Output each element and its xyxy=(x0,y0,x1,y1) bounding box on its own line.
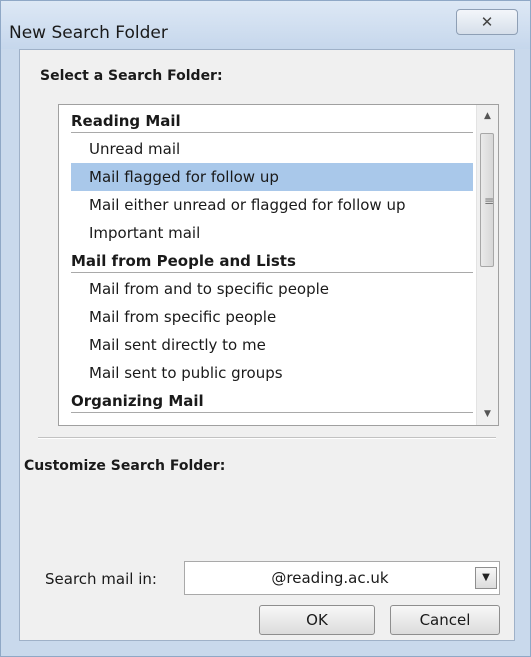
select-search-folder-label: Select a Search Folder: xyxy=(40,68,223,84)
list-item-label: Mail flagged for follow up xyxy=(89,168,279,186)
group-header-label: Reading Mail xyxy=(71,112,181,130)
list-item-label: Mail from and to specific people xyxy=(89,280,330,298)
list-item-label: Important mail xyxy=(89,224,201,242)
list-item-mail-sent-to-public-groups[interactable]: Mail sent to public groups xyxy=(71,359,473,387)
ok-button[interactable]: OK xyxy=(259,605,375,635)
list-group-header-reading-mail: Reading Mail xyxy=(71,107,473,135)
list-item-label: Mail sent to public groups xyxy=(89,364,283,382)
chevron-down-icon[interactable]: ▼ xyxy=(475,567,497,589)
search-mail-in-dropdown[interactable]: @reading.ac.uk ▼ xyxy=(184,561,500,595)
scroll-down-arrow-icon[interactable]: ▼ xyxy=(477,403,498,425)
scroll-thumb[interactable]: ≡ xyxy=(480,133,494,267)
list-group-header-organizing-mail: Organizing Mail xyxy=(71,387,473,415)
group-header-label: Organizing Mail xyxy=(71,392,204,410)
group-header-rule xyxy=(71,412,473,413)
list-item-mail-either-unread-or-flagged-for-follow-up[interactable]: Mail either unread or flagged for follow… xyxy=(71,191,473,219)
search-folder-list-items: Reading Mail Unread mail Mail flagged for … xyxy=(59,105,477,425)
search-folder-list[interactable]: Reading Mail Unread mail Mail flagged for … xyxy=(58,104,499,426)
close-button[interactable]: ✕ xyxy=(456,9,518,35)
list-item-mail-sent-directly-to-me[interactable]: Mail sent directly to me xyxy=(71,331,473,359)
title-bar: New Search Folder ✕ xyxy=(1,1,530,49)
list-item-label: Mail sent directly to me xyxy=(89,336,266,354)
section-divider xyxy=(38,437,496,438)
close-icon: ✕ xyxy=(480,13,494,31)
list-item-mail-from-specific-people[interactable]: Mail from specific people xyxy=(71,303,473,331)
scroll-up-arrow-icon[interactable]: ▲ xyxy=(477,105,498,127)
group-header-rule xyxy=(71,132,473,133)
new-search-folder-dialog: New Search Folder ✕ Select a Search Fold… xyxy=(0,0,531,657)
dialog-title: New Search Folder xyxy=(9,23,168,43)
group-header-label: Mail from People and Lists xyxy=(71,252,296,270)
list-item-mail-from-and-to-specific-people[interactable]: Mail from and to specific people xyxy=(71,275,473,303)
list-item-mail-flagged-for-follow-up[interactable]: Mail flagged for follow up xyxy=(71,163,473,191)
cancel-button[interactable]: Cancel xyxy=(390,605,500,635)
list-item-important-mail[interactable]: Important mail xyxy=(71,219,473,247)
dialog-body: Select a Search Folder: Reading Mail Unre… xyxy=(19,49,515,641)
customize-search-folder-label: Customize Search Folder: xyxy=(24,458,226,474)
scroll-grip-icon: ≡ xyxy=(484,194,495,208)
list-group-header-mail-from-people-and-lists: Mail from People and Lists xyxy=(71,247,473,275)
list-item-label: Unread mail xyxy=(89,140,181,158)
list-item-label: Mail either unread or flagged for follow… xyxy=(89,196,406,214)
search-mail-in-label: Search mail in: xyxy=(45,570,157,588)
group-header-rule xyxy=(71,272,473,273)
list-item-label: Mail from specific people xyxy=(89,308,277,326)
list-item-unread-mail[interactable]: Unread mail xyxy=(71,135,473,163)
search-mail-in-value: @reading.ac.uk xyxy=(271,569,389,587)
list-scrollbar[interactable]: ▲ ≡ ▼ xyxy=(476,105,498,425)
